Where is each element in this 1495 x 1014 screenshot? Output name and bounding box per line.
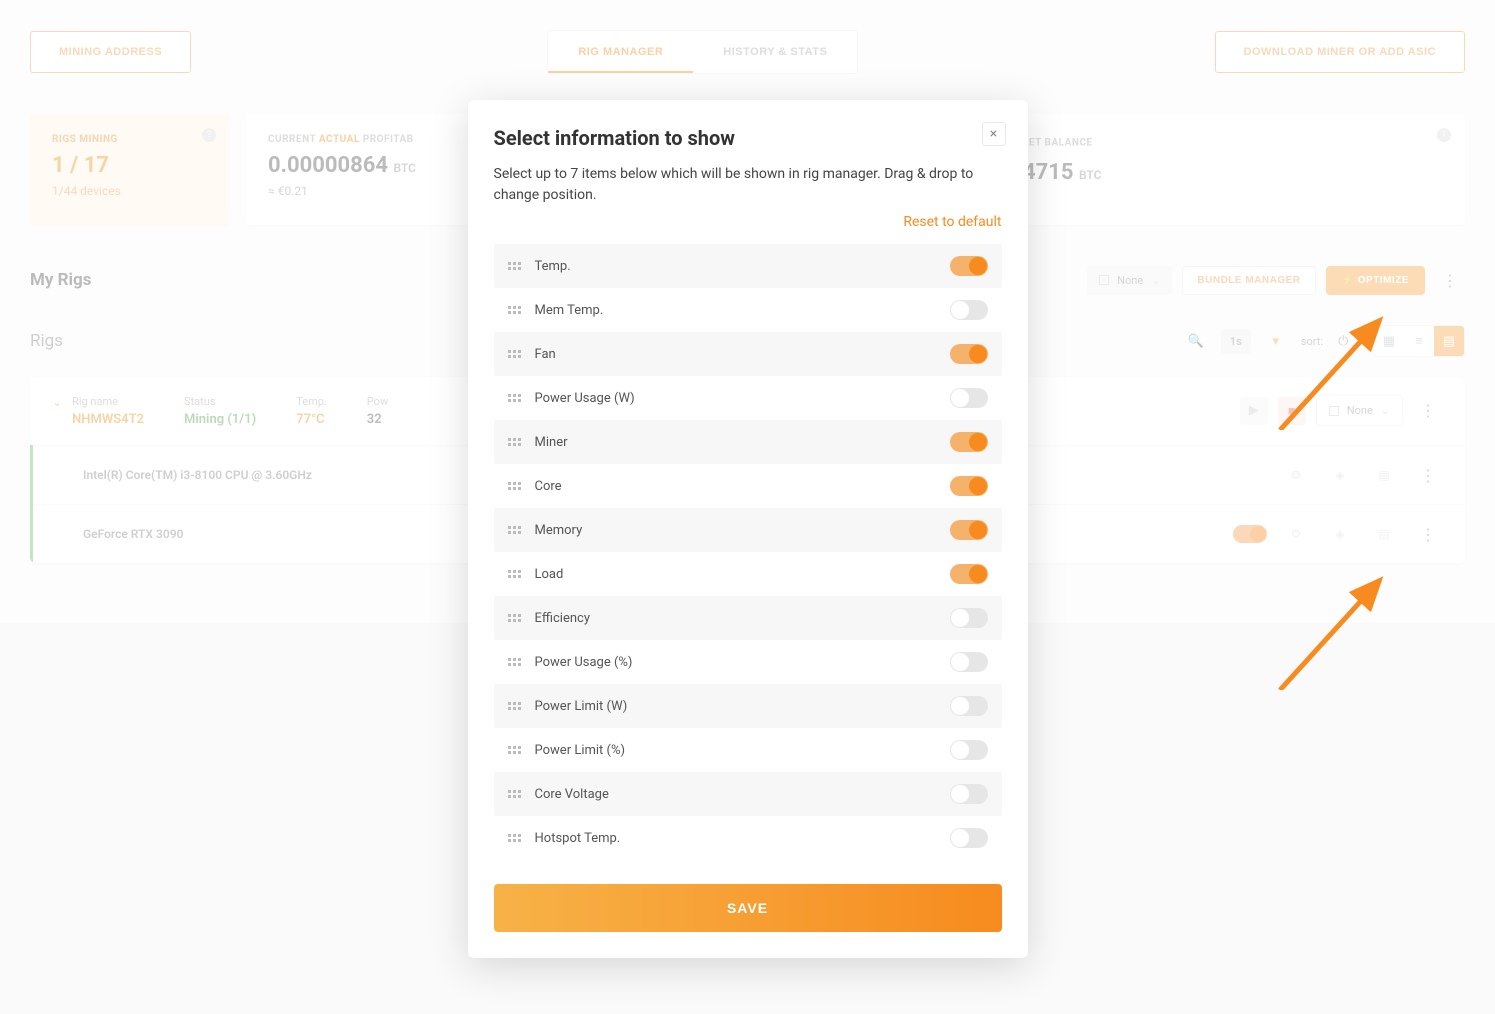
option-label: Miner xyxy=(535,435,936,450)
option-row: Mem Temp. xyxy=(494,288,1002,332)
option-row: Hotspot Temp. xyxy=(494,816,1002,860)
option-toggle[interactable] xyxy=(950,520,988,540)
option-label: Power Usage (%) xyxy=(535,655,936,670)
close-button[interactable]: × xyxy=(982,122,1006,146)
select-info-modal: × Select information to show Select up t… xyxy=(468,100,1028,958)
drag-handle-icon[interactable] xyxy=(508,262,521,270)
option-row: Miner xyxy=(494,420,1002,464)
option-toggle[interactable] xyxy=(950,696,988,716)
drag-handle-icon[interactable] xyxy=(508,746,521,754)
option-toggle[interactable] xyxy=(950,388,988,408)
option-toggle[interactable] xyxy=(950,564,988,584)
modal-description: Select up to 7 items below which will be… xyxy=(494,164,1002,206)
drag-handle-icon[interactable] xyxy=(508,702,521,710)
option-row: Power Limit (%) xyxy=(494,728,1002,772)
option-row: Core Voltage xyxy=(494,772,1002,816)
option-toggle[interactable] xyxy=(950,828,988,848)
option-row: Power Usage (W) xyxy=(494,376,1002,420)
drag-handle-icon[interactable] xyxy=(508,834,521,842)
option-label: Power Limit (%) xyxy=(535,743,936,758)
drag-handle-icon[interactable] xyxy=(508,306,521,314)
reset-to-default-link[interactable]: Reset to default xyxy=(494,214,1002,230)
option-label: Efficiency xyxy=(535,611,936,626)
options-list: Temp. Mem Temp. Fan Power Usage (W) Miner Cor… xyxy=(494,244,1002,860)
option-label: Fan xyxy=(535,347,936,362)
option-row: Fan xyxy=(494,332,1002,376)
option-label: Memory xyxy=(535,523,936,538)
drag-handle-icon[interactable] xyxy=(508,394,521,402)
option-toggle[interactable] xyxy=(950,740,988,760)
drag-handle-icon[interactable] xyxy=(508,350,521,358)
option-toggle[interactable] xyxy=(950,784,988,804)
modal-title: Select information to show xyxy=(494,126,1002,150)
option-toggle[interactable] xyxy=(950,608,988,628)
drag-handle-icon[interactable] xyxy=(508,614,521,622)
option-row: Load xyxy=(494,552,1002,596)
option-row: Memory xyxy=(494,508,1002,552)
drag-handle-icon[interactable] xyxy=(508,790,521,798)
drag-handle-icon[interactable] xyxy=(508,570,521,578)
option-row: Core xyxy=(494,464,1002,508)
option-toggle[interactable] xyxy=(950,652,988,672)
option-toggle[interactable] xyxy=(950,256,988,276)
option-label: Core xyxy=(535,479,936,494)
option-label: Mem Temp. xyxy=(535,303,936,318)
option-toggle[interactable] xyxy=(950,344,988,364)
option-label: Load xyxy=(535,567,936,582)
option-label: Core Voltage xyxy=(535,787,936,802)
option-label: Power Limit (W) xyxy=(535,699,936,714)
option-toggle[interactable] xyxy=(950,476,988,496)
drag-handle-icon[interactable] xyxy=(508,482,521,490)
option-row: Efficiency xyxy=(494,596,1002,640)
option-toggle[interactable] xyxy=(950,432,988,452)
option-row: Power Usage (%) xyxy=(494,640,1002,684)
option-label: Temp. xyxy=(535,259,936,274)
close-icon: × xyxy=(990,126,997,142)
drag-handle-icon[interactable] xyxy=(508,658,521,666)
option-row: Power Limit (W) xyxy=(494,684,1002,728)
option-row: Temp. xyxy=(494,244,1002,288)
drag-handle-icon[interactable] xyxy=(508,526,521,534)
option-toggle[interactable] xyxy=(950,300,988,320)
drag-handle-icon[interactable] xyxy=(508,438,521,446)
save-button[interactable]: SAVE xyxy=(494,884,1002,932)
option-label: Power Usage (W) xyxy=(535,391,936,406)
option-label: Hotspot Temp. xyxy=(535,831,936,846)
